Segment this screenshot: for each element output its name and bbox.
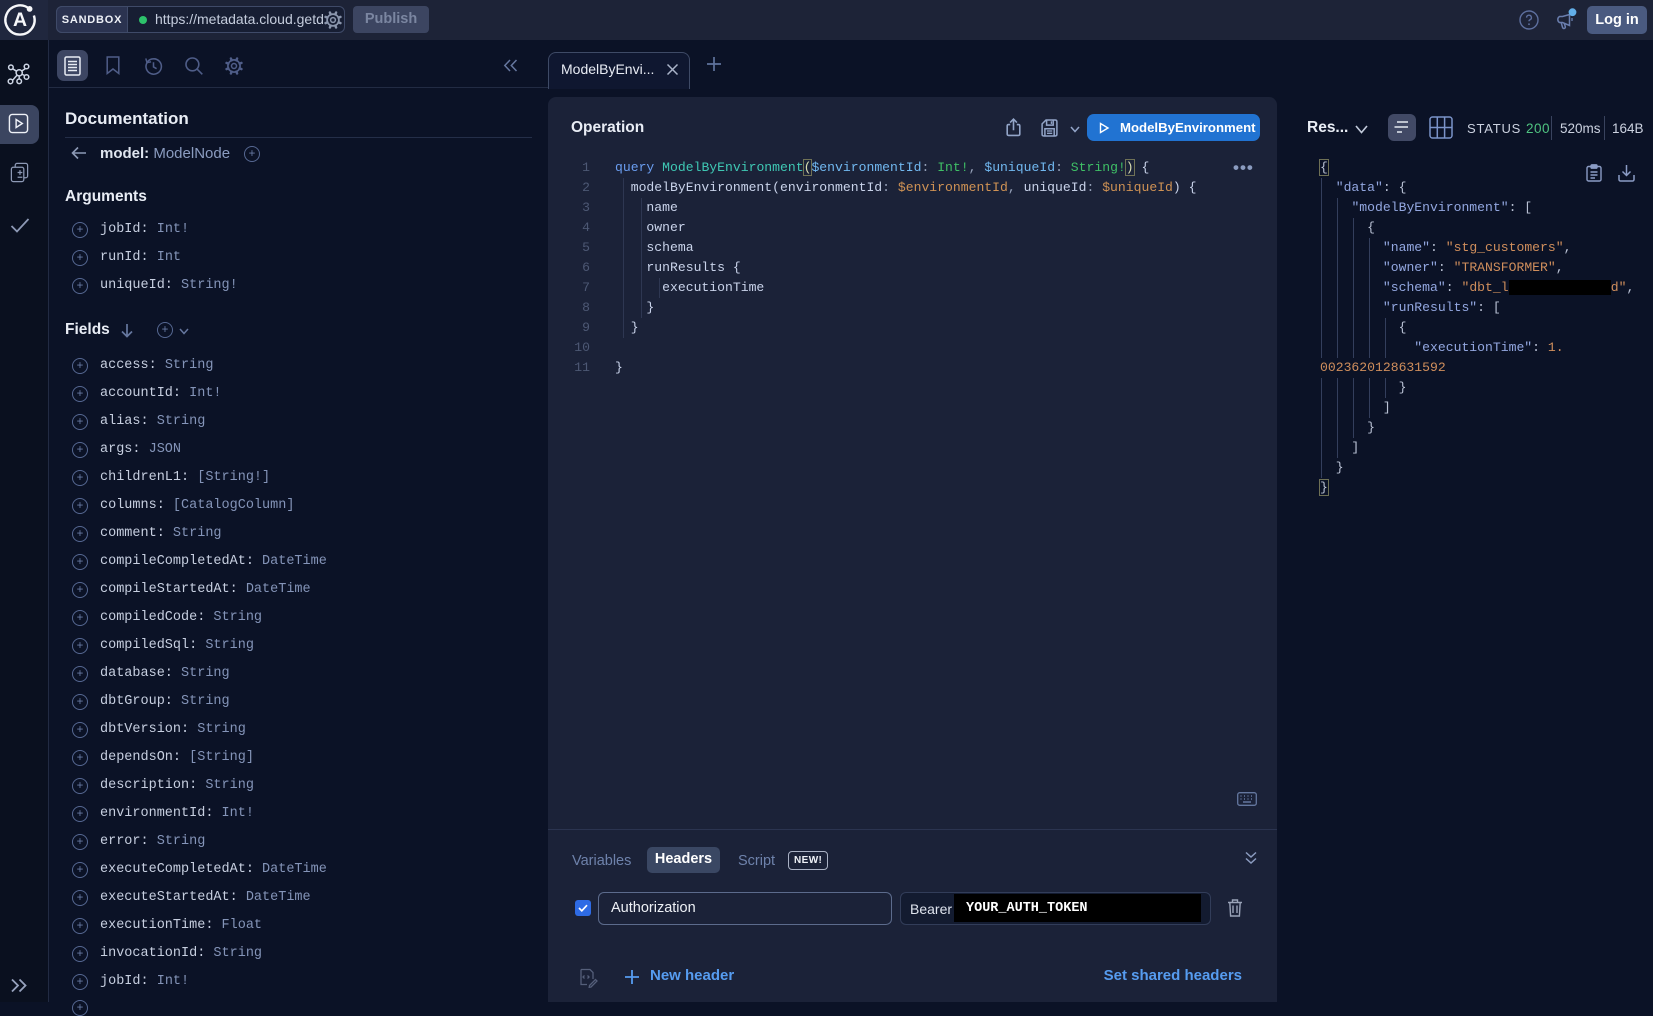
svg-text:A: A xyxy=(13,9,27,31)
